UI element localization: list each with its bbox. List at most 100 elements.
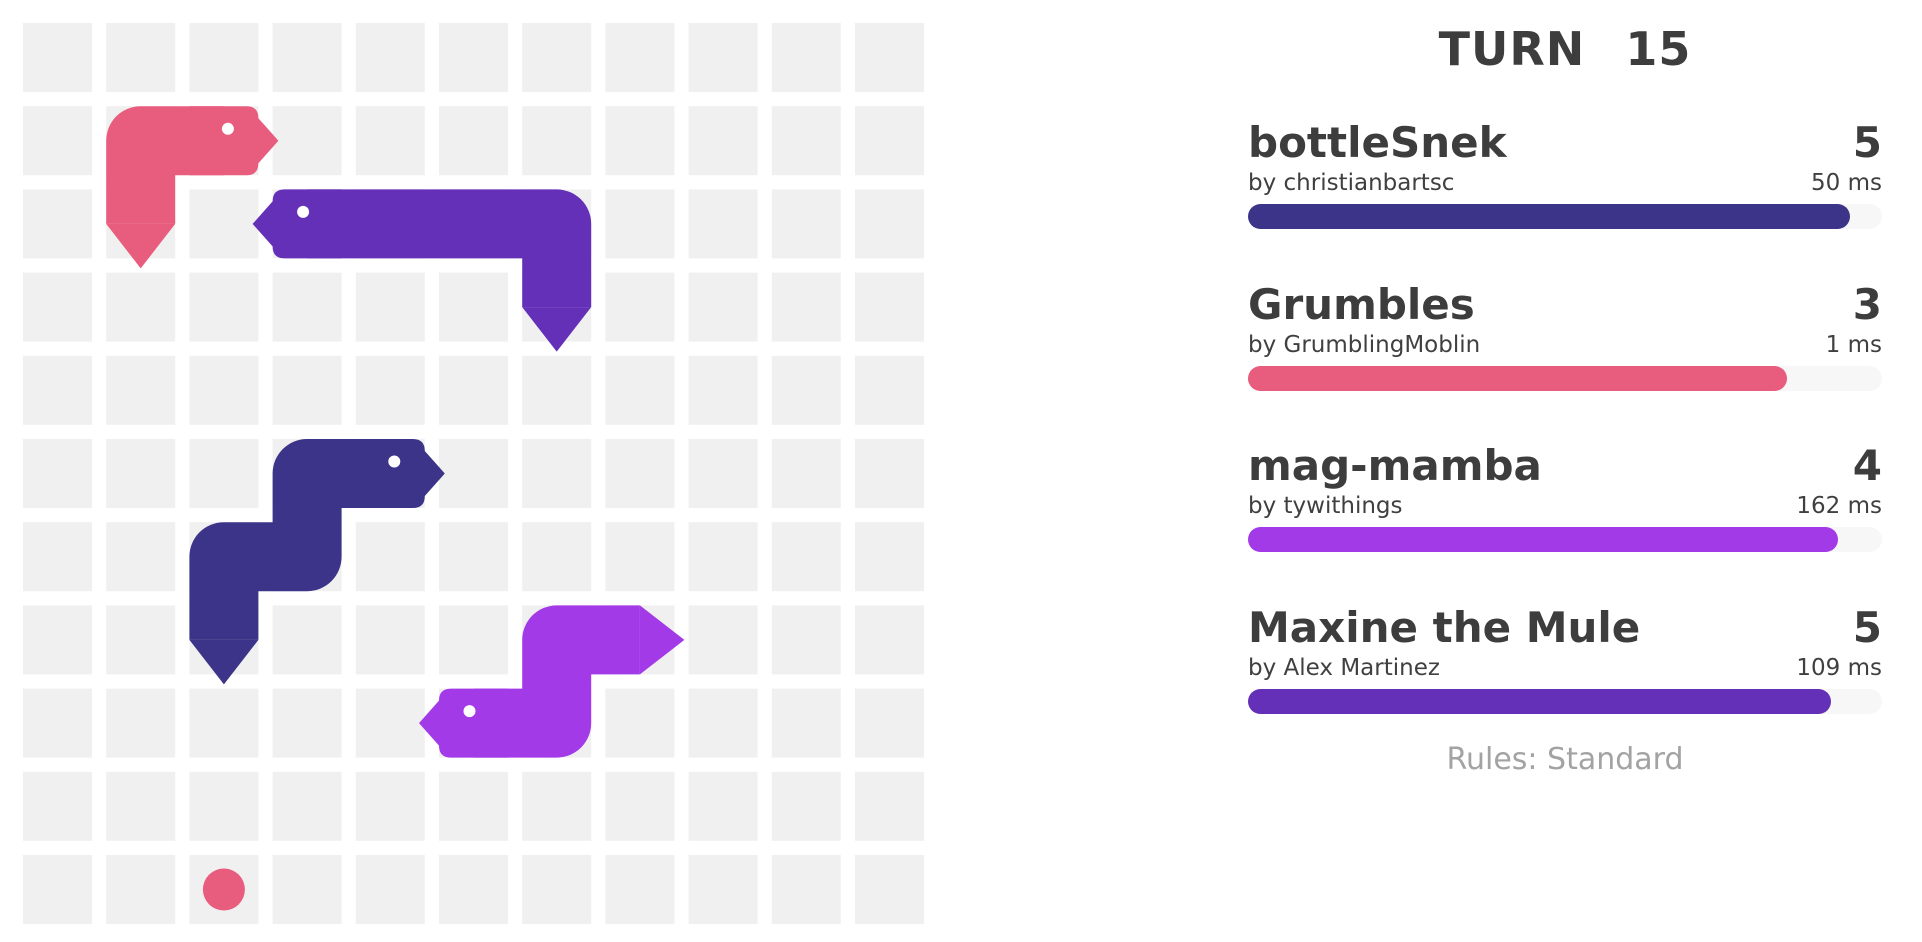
board-cell	[771, 522, 841, 592]
board-cell	[771, 23, 841, 92]
board-cell	[688, 23, 758, 92]
snake-card-bottlesnek: bottleSnek 5 by christianbartsc 50 ms	[1248, 118, 1882, 238]
health-bar-fill	[1248, 689, 1832, 714]
board-cell	[272, 771, 342, 841]
board-cell	[688, 688, 758, 758]
board-cell	[522, 439, 592, 508]
board-cell	[771, 439, 841, 508]
board-cell	[688, 771, 758, 841]
board-cell	[688, 106, 758, 176]
board-cell	[771, 189, 841, 259]
chameleon-head-icon	[252, 189, 342, 259]
board-cell	[855, 189, 924, 259]
health-bar	[1248, 689, 1882, 714]
board-cell	[23, 605, 92, 675]
board-cell	[855, 23, 924, 92]
snake-author: by christianbartsc	[1248, 170, 1455, 196]
snake-author: by GrumblingMoblin	[1248, 332, 1481, 358]
board-cell	[106, 23, 176, 92]
snake-length: 5	[1852, 118, 1882, 167]
board-cell	[355, 605, 425, 675]
snake-author: by Alex Martinez	[1248, 655, 1440, 681]
board-cell	[855, 855, 924, 924]
board-cell	[23, 23, 92, 92]
board-cell	[189, 771, 259, 841]
snake-latency: 1 ms	[1825, 332, 1882, 358]
board-cell	[605, 439, 675, 508]
board-cell	[272, 272, 342, 342]
board-cell	[355, 355, 425, 425]
rules-label: Rules: Standard	[1446, 742, 1684, 777]
snake-latency: 109 ms	[1796, 655, 1882, 681]
board-cell	[688, 439, 758, 508]
health-bar	[1248, 366, 1882, 391]
board-cell	[771, 605, 841, 675]
snake-length: 5	[1852, 603, 1882, 652]
snake-length: 4	[1852, 441, 1882, 490]
board-cell	[189, 439, 259, 508]
scoreboard-panel: TURN 15 bottleSnek 5 by christianbartsc 5…	[1248, 0, 1882, 942]
beak-head-icon	[355, 439, 445, 508]
board-cell	[272, 106, 342, 176]
board-cell	[771, 855, 841, 924]
board-cell	[688, 855, 758, 924]
board-cell	[106, 771, 176, 841]
snake-eye	[297, 205, 310, 218]
board-cell	[23, 522, 92, 592]
health-bar-fill	[1248, 204, 1851, 229]
board-cell	[688, 605, 758, 675]
food-pellet	[202, 868, 245, 911]
snake-author: by tywithings	[1248, 493, 1403, 519]
orca-head-icon	[419, 688, 508, 758]
board-cell	[106, 355, 176, 425]
board-cell	[605, 855, 675, 924]
board-cell	[272, 355, 342, 425]
board-cell	[355, 771, 425, 841]
board-cell	[439, 771, 508, 841]
board-cell	[355, 272, 425, 342]
board-cell	[355, 522, 425, 592]
board-cell	[855, 106, 924, 176]
board-cell	[272, 605, 342, 675]
snake-body	[307, 189, 592, 308]
board-cell	[522, 355, 592, 425]
board-cell	[605, 106, 675, 176]
board-cell	[771, 106, 841, 176]
board-cell	[855, 771, 924, 841]
board-cell	[605, 355, 675, 425]
board-cell	[605, 771, 675, 841]
snake-name: bottleSnek	[1248, 118, 1507, 167]
board-cell	[605, 189, 675, 259]
board-cell	[771, 355, 841, 425]
board-cell	[771, 771, 841, 841]
board-cell	[355, 23, 425, 92]
board-cell	[605, 23, 675, 92]
board-cell	[439, 272, 508, 342]
board-cell	[106, 855, 176, 924]
board-cell	[189, 23, 259, 92]
dino-head-icon	[189, 106, 279, 176]
board-cell	[688, 355, 758, 425]
board-cell	[522, 106, 592, 176]
board-cell	[771, 688, 841, 758]
snake-card-grumbles: Grumbles 3 by GrumblingMoblin 1 ms	[1248, 280, 1882, 400]
board-cell	[23, 272, 92, 342]
board-cell	[106, 688, 176, 758]
board-cell	[688, 189, 758, 259]
board-cell	[855, 272, 924, 342]
board-cell	[23, 855, 92, 924]
board-cell	[106, 439, 176, 508]
board-cell	[522, 855, 592, 924]
health-bar-fill	[1248, 366, 1787, 391]
turn-counter: TURN 15	[1248, 22, 1882, 76]
board-cell	[23, 688, 92, 758]
turn-label: TURN	[1438, 22, 1586, 76]
board-cell	[439, 106, 508, 176]
board-cell	[272, 855, 342, 924]
snake-length: 3	[1852, 280, 1882, 329]
snake-eye	[388, 455, 401, 468]
board-cell	[855, 522, 924, 592]
health-bar-fill	[1248, 527, 1838, 552]
board-cell	[272, 688, 342, 758]
snake-card-maxine: Maxine the Mule 5 by Alex Martinez 109 m…	[1248, 603, 1882, 723]
